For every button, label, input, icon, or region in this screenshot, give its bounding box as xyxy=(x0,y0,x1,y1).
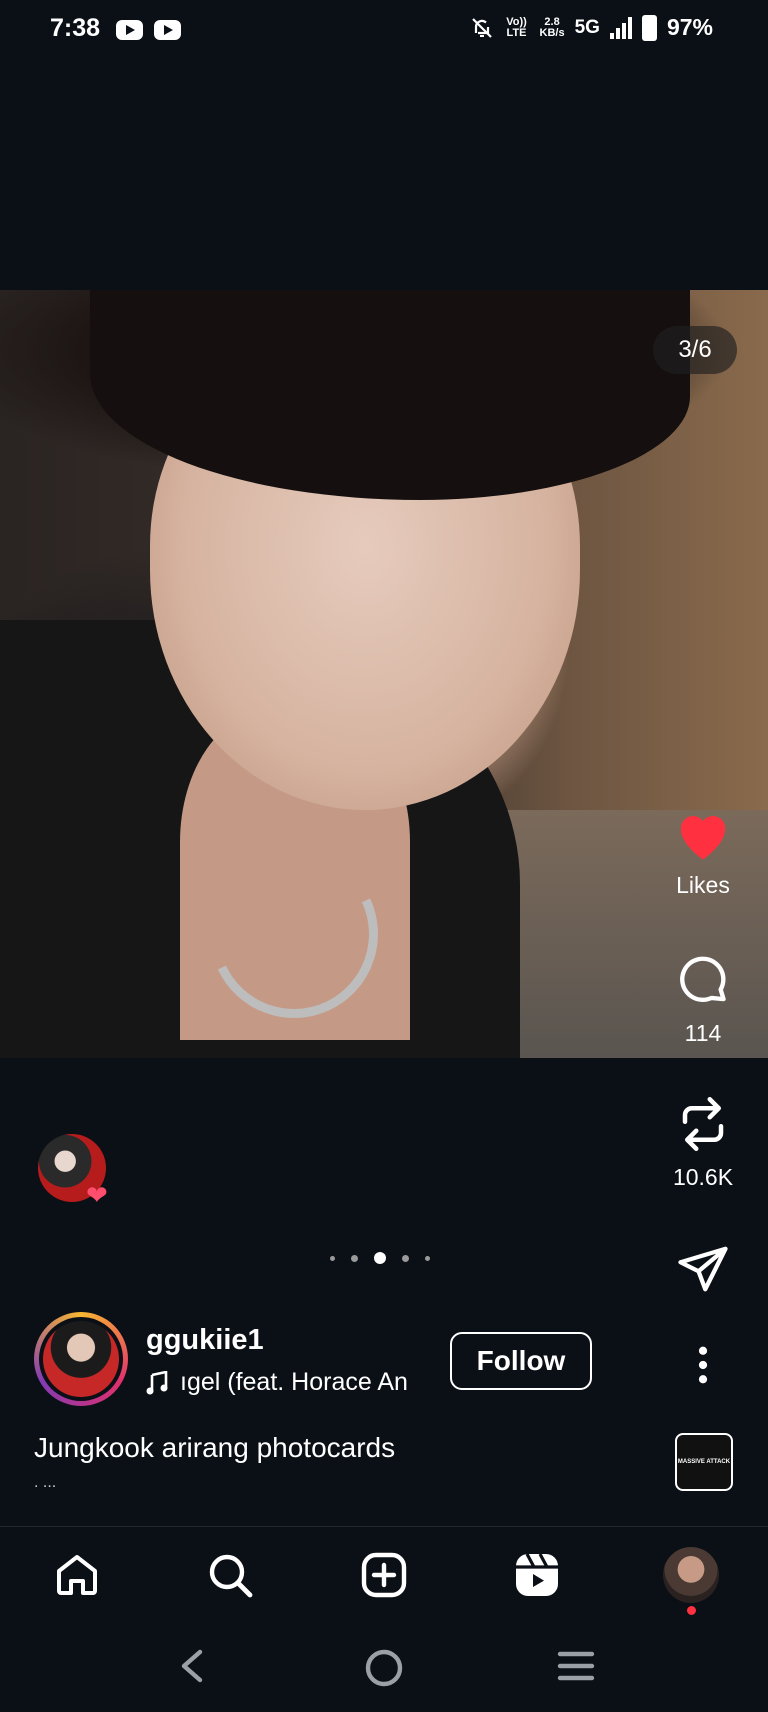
battery-icon xyxy=(641,14,657,41)
profile-avatar[interactable] xyxy=(663,1547,719,1603)
carousel-indicator xyxy=(330,1252,430,1264)
music-info[interactable]: ıgel (feat. Horace An xyxy=(146,1368,436,1397)
audio-thumbnail[interactable]: MASSIVE ATTACK xyxy=(675,1433,733,1491)
post-caption[interactable]: Jungkook arirang photocards xyxy=(34,1432,395,1464)
author-avatar[interactable] xyxy=(34,1312,128,1406)
comment-action[interactable]: 114 xyxy=(638,952,768,1047)
nav-create[interactable] xyxy=(356,1547,412,1603)
follow-button[interactable]: Follow xyxy=(450,1332,592,1390)
nav-profile[interactable] xyxy=(663,1547,719,1603)
volte-indicator: Vo)) LTE xyxy=(506,15,527,39)
carousel-dot xyxy=(425,1255,430,1261)
music-note-icon xyxy=(146,1370,168,1394)
comments-count: 114 xyxy=(684,1020,722,1046)
network-speed: 2.8 KB/s xyxy=(539,16,565,39)
repost-action[interactable]: 10.6K xyxy=(638,1094,768,1191)
nav-home[interactable] xyxy=(49,1547,105,1603)
network-type: 5G xyxy=(574,16,600,38)
home-icon[interactable] xyxy=(53,1551,101,1599)
nav-search[interactable] xyxy=(202,1547,258,1603)
post-photo[interactable] xyxy=(0,290,768,1058)
bottom-nav xyxy=(0,1527,768,1621)
notification-dot xyxy=(687,1606,696,1615)
like-action[interactable]: Likes xyxy=(638,808,768,899)
search-icon[interactable] xyxy=(206,1551,254,1599)
heart-icon[interactable] xyxy=(673,808,733,862)
slide-counter: 3/6 xyxy=(653,326,737,374)
recents-icon[interactable] xyxy=(556,1648,596,1684)
heart-badge-icon: ❤ xyxy=(86,1180,108,1210)
create-icon[interactable] xyxy=(360,1551,408,1599)
reposts-count: 10.6K xyxy=(672,1164,734,1190)
audio-thumb-text: MASSIVE ATTACK xyxy=(677,1459,731,1465)
likes-label: Likes xyxy=(676,872,730,898)
carousel-dot-active xyxy=(374,1252,386,1264)
more-options-icon[interactable] xyxy=(697,1346,709,1384)
more-action[interactable] xyxy=(638,1346,768,1384)
mute-bell-icon xyxy=(471,17,492,38)
send-icon[interactable] xyxy=(676,1244,730,1294)
speed-unit: KB/s xyxy=(539,26,565,39)
share-action[interactable] xyxy=(638,1244,768,1294)
repost-icon[interactable] xyxy=(676,1094,730,1154)
caption-more[interactable]: . ... xyxy=(34,1474,56,1492)
comment-icon[interactable] xyxy=(674,952,732,1010)
status-time: 7:38 xyxy=(50,14,101,42)
reels-icon[interactable] xyxy=(513,1551,561,1599)
youtube-icon xyxy=(154,20,181,40)
author-username[interactable]: ggukiie1 xyxy=(146,1324,264,1357)
back-icon[interactable] xyxy=(178,1648,206,1684)
carousel-dot xyxy=(330,1255,335,1261)
system-navigation xyxy=(0,1622,768,1712)
carousel-dot xyxy=(351,1254,358,1262)
status-bar: 7:38 Vo)) LTE 2.8 KB/s 5G 97% xyxy=(0,0,768,64)
music-title: ıgel (feat. Horace An xyxy=(180,1368,408,1396)
youtube-icon xyxy=(116,20,143,40)
carousel-dot xyxy=(402,1254,409,1262)
home-circle-icon[interactable] xyxy=(364,1648,404,1688)
nav-reels[interactable] xyxy=(509,1547,565,1603)
signal-icon xyxy=(609,16,632,39)
battery-percent: 97% xyxy=(666,14,713,40)
